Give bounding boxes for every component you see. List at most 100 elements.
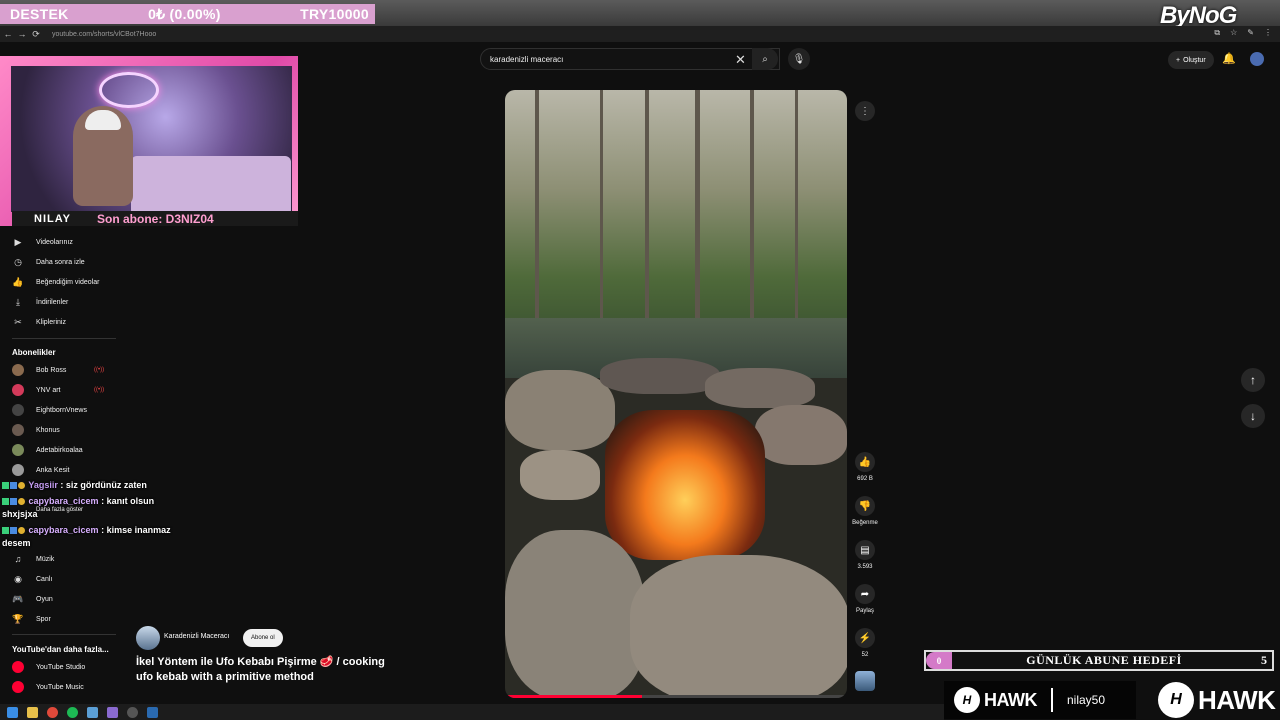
forward-icon[interactable]: → [16,29,28,39]
share-page-icon[interactable]: ⧉ [1214,28,1220,38]
notifications-bell-icon[interactable]: 🔔 [1222,52,1236,65]
campfire [605,410,765,560]
comments-button[interactable]: ▤ 3.593 [848,540,882,570]
account-avatar[interactable] [1250,52,1264,66]
plus-icon: + [1176,56,1181,64]
app-icon[interactable] [87,706,98,718]
sound-thumbnail[interactable] [855,671,875,691]
sidebar-item-subscription[interactable]: EightbornVnews [10,403,87,417]
video-icon: ▶ [14,236,22,247]
goal-current-count: 0 [926,652,952,669]
remix-icon: ⚡ [855,628,875,648]
stone-decor [505,530,645,698]
sidebar-item-your-videos[interactable]: ▶ Videolarınız [10,235,73,249]
video-progress-bar[interactable] [505,695,847,698]
live-indicator-icon: ((•)) [94,387,105,393]
menu-dots-icon[interactable]: ⋮ [1264,28,1272,38]
subscribe-button[interactable]: Abone ol [243,629,283,647]
sidebar-divider [12,338,116,339]
sidebar-item-gaming[interactable]: 🎮 Oyun [10,592,53,606]
dislike-button[interactable]: 👎 Beğenme [848,496,882,526]
steam-icon[interactable] [147,706,158,718]
sidebar-item-live[interactable]: ◉ Canlı [10,572,52,586]
like-button[interactable]: 👍 692 B [848,452,882,482]
chat-text: : siz gördünüz zaten [60,480,147,490]
streamer-name: NILAY [34,212,71,225]
remix-button[interactable]: ⚡ 52 [848,628,882,658]
sidebar-item-label: Khonus [36,426,60,434]
sidebar-item-subscription[interactable]: Bob Ross [10,363,66,377]
next-short-button[interactable]: ↓ [1241,404,1265,428]
sidebar-item-label: Anka Kesit [36,466,70,474]
sidebar-item-liked-videos[interactable]: 👍 Beğendiğim videolar [10,275,99,289]
sidebar-item-label: Beğendiğim videolar [36,278,100,286]
sidebar-item-label: EightbornVnews [36,406,87,414]
chat-message: Yagsiir : siz gördünüz zaten [2,479,147,492]
donate-goal: TRY10000 [300,6,369,22]
chat-username: capybara_cicem [28,525,99,535]
back-icon[interactable]: ← [2,29,14,39]
chat-message: capybara_cicem : kanıt olsun shxjsjxa [2,495,154,521]
sidebar-item-label: YNV art [36,386,61,394]
file-explorer-icon[interactable] [27,706,38,718]
chat-badge-icon [18,527,25,535]
thumbs-up-icon: 👍 [12,276,24,287]
sidebar-item-youtube-music[interactable]: YouTube Music [10,680,84,694]
sidebar-item-subscription[interactable]: Khonus [10,423,60,437]
spotify-icon[interactable] [67,706,78,718]
thumbs-up-icon: 👍 [855,452,875,472]
create-label: Oluştur [1183,56,1206,64]
thumbs-down-icon: 👎 [855,496,875,516]
sidebar-item-subscription[interactable]: YNV art [10,383,61,397]
channel-name[interactable]: Karadenizli Maceracı [164,633,229,640]
sidebar-item-sports[interactable]: 🏆 Spor [10,612,50,626]
channel-avatar [12,364,24,376]
sidebar-item-label: Oyun [36,595,53,603]
chrome-icon[interactable] [47,706,58,718]
hawk-logo-icon: H [954,687,980,713]
shorts-video-player[interactable] [505,90,847,698]
sidebar-item-label: Daha sonra izle [36,258,85,266]
chat-badge-icon [10,482,17,490]
discord-icon[interactable] [107,706,118,718]
sponsor-code: nilay50 [1067,693,1106,707]
sidebar-item-youtube-studio[interactable]: YouTube Studio [10,660,85,674]
stone-decor [705,368,815,408]
sidebar-item-subscription[interactable]: Anka Kesit [10,463,69,477]
search-icon: ⌕ [762,53,768,65]
reload-icon[interactable]: ⟳ [30,29,42,40]
extensions-icon[interactable]: ✎ [1247,28,1254,38]
sidebar-item-subscription[interactable]: Adetabirkoalaa [10,443,83,457]
windows-start-icon[interactable] [7,706,18,718]
chat-badge-icon [10,498,17,506]
comment-icon: ▤ [855,540,875,560]
sidebar-item-clips[interactable]: ✂ Klipleriniz [10,315,66,329]
search-input[interactable] [490,54,730,64]
sidebar-item-music[interactable]: ♫ Müzik [10,552,55,566]
chat-badge-icon [2,498,9,506]
sidebar-item-watch-later[interactable]: ◷ Daha sonra izle [10,255,85,269]
live-icon: ◉ [14,573,22,584]
previous-short-button[interactable]: ↑ [1241,368,1265,392]
address-bar[interactable]: youtube.com/shorts/vlCBot7Hooo [52,31,156,38]
bed-decor [131,156,291,212]
share-button[interactable]: ➦ Paylaş [848,584,882,614]
goal-label: GÜNLÜK ABUNE HEDEFİ [1026,653,1182,667]
search-button[interactable]: ⌕ [752,48,778,70]
bookmark-star-icon[interactable]: ☆ [1230,28,1237,38]
remix-count: 52 [861,652,869,658]
daily-sub-goal: 0 GÜNLÜK ABUNE HEDEFİ 5 [924,650,1274,671]
sidebar-item-label: Bob Ross [36,366,67,374]
create-button[interactable]: + Oluştur [1168,51,1214,69]
video-progress-fill [505,695,642,698]
sidebar-item-label: Klipleriniz [36,318,66,326]
voice-search-button[interactable]: 🎙 [788,48,810,70]
sidebar-item-downloads[interactable]: ⤓ İndirilenler [10,295,68,309]
sidebar-item-label: Videolarınız [36,238,73,246]
neon-heart-decor [99,72,159,108]
clock-icon: ◷ [14,256,22,267]
more-options-button[interactable]: ⋮ [855,101,875,121]
channel-avatar[interactable] [136,626,160,650]
clear-search-icon[interactable]: ✕ [735,52,746,68]
obs-icon[interactable] [127,706,138,718]
